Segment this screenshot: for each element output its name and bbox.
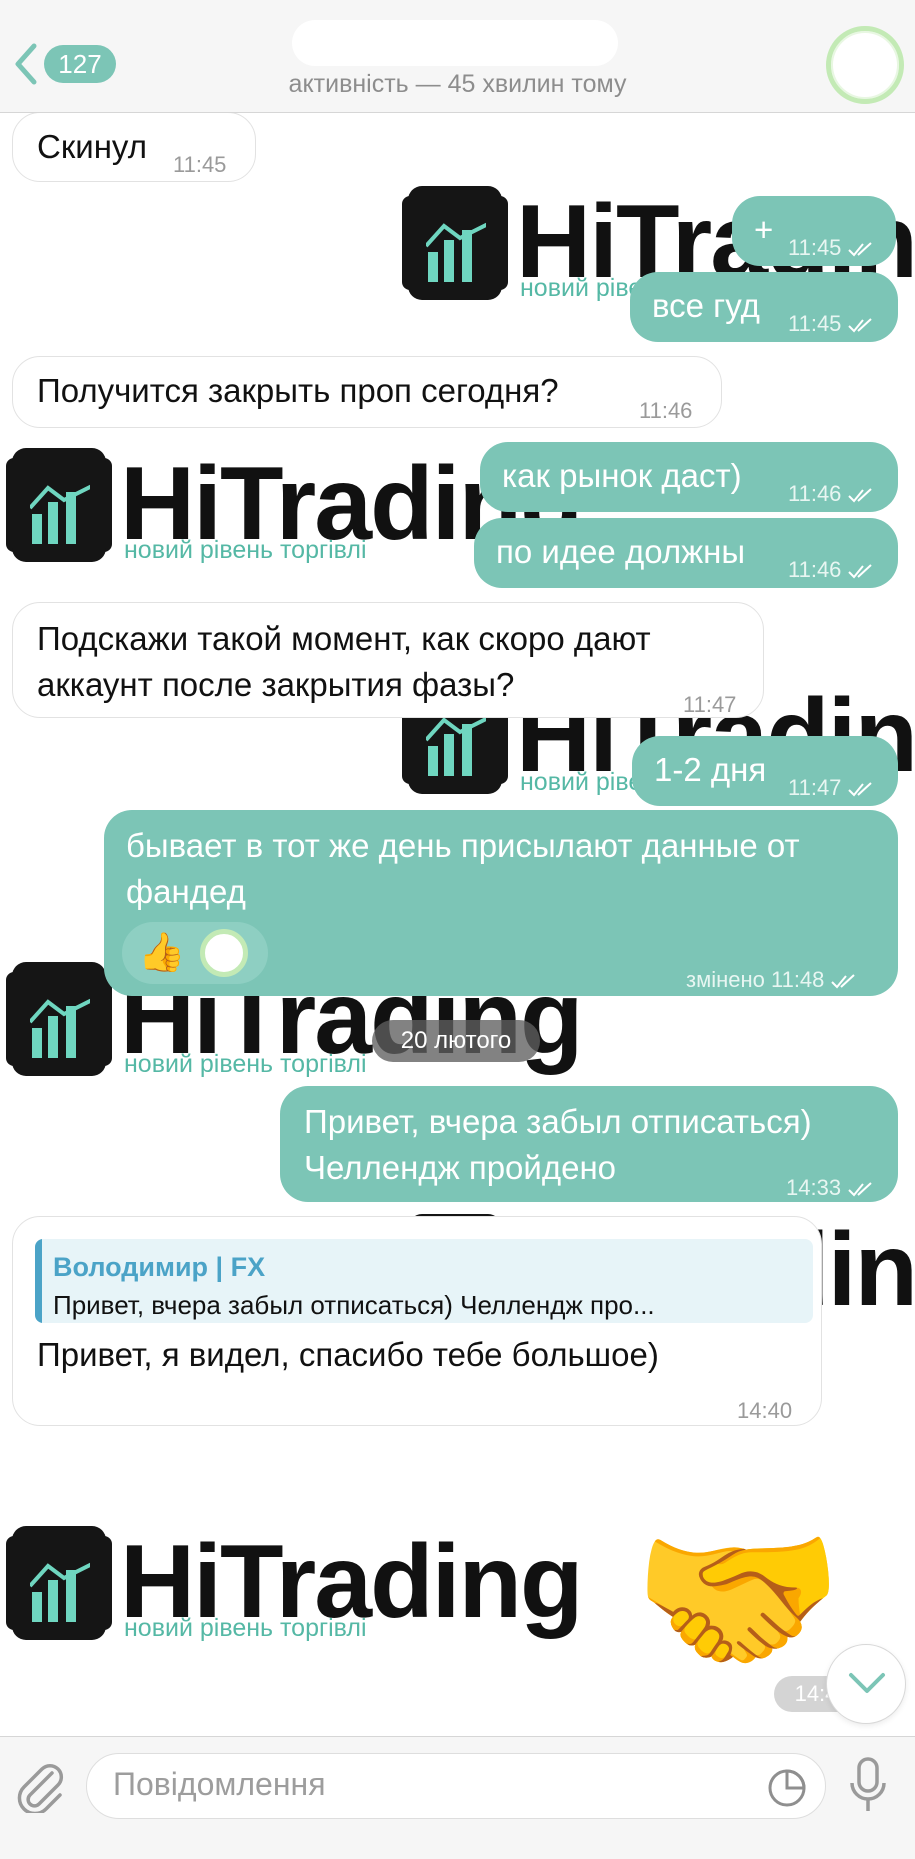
last-seen-status: активність — 45 хвилин тому <box>288 70 627 98</box>
incoming-message[interactable]: Скинул 11:45 <box>12 112 256 182</box>
message-time: 11:45 <box>173 152 227 177</box>
message-time: змінено 11:48 <box>686 958 860 1002</box>
outgoing-message[interactable]: как рынок даст) 11:46 <box>480 442 898 512</box>
message-input-bar: Повідомлення <box>0 1736 915 1859</box>
thumbs-up-reaction: 👍 <box>138 932 186 974</box>
message-time: 11:47 <box>683 692 737 717</box>
read-ticks-icon <box>848 782 873 797</box>
message-text-line: фандед <box>126 873 246 910</box>
message-time-text: 11:46 <box>788 481 842 506</box>
message-time-text: 11:46 <box>788 557 842 582</box>
message-placeholder: Повідомлення <box>113 1766 326 1802</box>
scroll-to-bottom-button[interactable] <box>826 1644 906 1724</box>
message-text-line: Челлендж пройдено <box>304 1149 617 1186</box>
message-time-text: змінено 11:48 <box>686 967 825 992</box>
read-ticks-icon <box>848 564 873 579</box>
sticker-icon[interactable] <box>767 1768 807 1808</box>
date-separator: 20 лютого <box>372 1020 540 1062</box>
reply-quote[interactable]: Володимир | FX Привет, вчера забыл отпис… <box>35 1239 813 1323</box>
reply-text: Привет, вчера забыл отписаться) Челлендж… <box>53 1290 655 1320</box>
message-time-text: 11:47 <box>788 775 842 800</box>
logo-mark-icon <box>6 1526 112 1640</box>
chat-title-redacted[interactable] <box>292 20 618 66</box>
logo-mark-icon <box>6 962 112 1076</box>
chevron-down-icon <box>849 1673 885 1693</box>
message-text: как рынок даст) <box>502 457 742 494</box>
message-text-line: бывает в тот же день присылают данные от <box>126 827 800 864</box>
reply-bar <box>35 1239 42 1323</box>
message-text-line: Привет, вчера забыл отписаться) <box>304 1103 812 1140</box>
message-text: + <box>754 211 774 248</box>
message-time: 14:33 <box>786 1166 877 1210</box>
message-time: 11:45 <box>788 302 877 346</box>
outgoing-message[interactable]: + 11:45 <box>732 196 896 266</box>
read-ticks-icon <box>848 242 873 257</box>
incoming-reply-message[interactable]: Володимир | FX Привет, вчера забыл отпис… <box>12 1216 822 1426</box>
message-text: по идее должны <box>496 533 746 570</box>
logo-mark-icon <box>6 448 112 562</box>
reaction-chip[interactable]: 👍 <box>122 922 268 984</box>
contact-avatar[interactable] <box>826 26 904 104</box>
message-text-line: аккаунт после закрытия фазы? <box>37 666 515 703</box>
logo-tagline: новий рівень торгівлі <box>124 1050 367 1078</box>
logo-tagline: новий рівень торгівлі <box>124 1614 367 1642</box>
message-time: 11:46 <box>639 398 693 423</box>
message-time-text: 11:45 <box>788 311 842 336</box>
message-time: 11:47 <box>788 766 877 810</box>
logo-mark-icon <box>402 186 508 300</box>
read-ticks-icon <box>848 488 873 503</box>
paperclip-icon[interactable] <box>14 1759 66 1813</box>
read-ticks-icon <box>848 318 873 333</box>
outgoing-message[interactable]: Привет, вчера забыл отписаться) Челлендж… <box>280 1086 898 1202</box>
incoming-message[interactable]: Подскажи такой момент, как скоро дают ак… <box>12 602 764 718</box>
reactor-avatar <box>200 929 248 977</box>
message-time: 11:45 <box>788 226 877 270</box>
message-text: 1-2 дня <box>654 751 767 788</box>
message-text: все гуд <box>652 287 760 324</box>
message-time: 11:46 <box>788 472 877 516</box>
message-text-line: Подскажи такой момент, как скоро дают <box>37 620 651 657</box>
message-input[interactable]: Повідомлення <box>86 1753 826 1819</box>
message-text: Получится закрыть проп сегодня? <box>37 372 559 409</box>
chat-header: 127 активність — 45 хвилин тому <box>0 0 915 113</box>
message-time-text: 11:45 <box>788 235 842 260</box>
message-time: 11:46 <box>788 548 877 592</box>
message-text: Скинул <box>37 128 147 165</box>
logo-tagline: новий рівень торгівлі <box>124 536 367 564</box>
incoming-message[interactable]: Получится закрыть проп сегодня? 11:46 <box>12 356 722 428</box>
message-text: Привет, я видел, спасибо тебе большое) <box>37 1336 659 1373</box>
message-time: 14:40 <box>737 1398 793 1423</box>
outgoing-message[interactable]: бывает в тот же день присылают данные от… <box>104 810 898 996</box>
read-ticks-icon <box>831 974 856 989</box>
outgoing-message[interactable]: по идее должны 11:46 <box>474 518 898 588</box>
outgoing-message[interactable]: 1-2 дня 11:47 <box>632 736 898 806</box>
message-time-text: 14:33 <box>786 1175 842 1200</box>
outgoing-message[interactable]: все гуд 11:45 <box>630 272 898 342</box>
handshake-sticker[interactable]: 🤝 <box>632 1500 844 1700</box>
microphone-icon[interactable] <box>848 1755 888 1815</box>
read-ticks-icon <box>848 1182 872 1197</box>
